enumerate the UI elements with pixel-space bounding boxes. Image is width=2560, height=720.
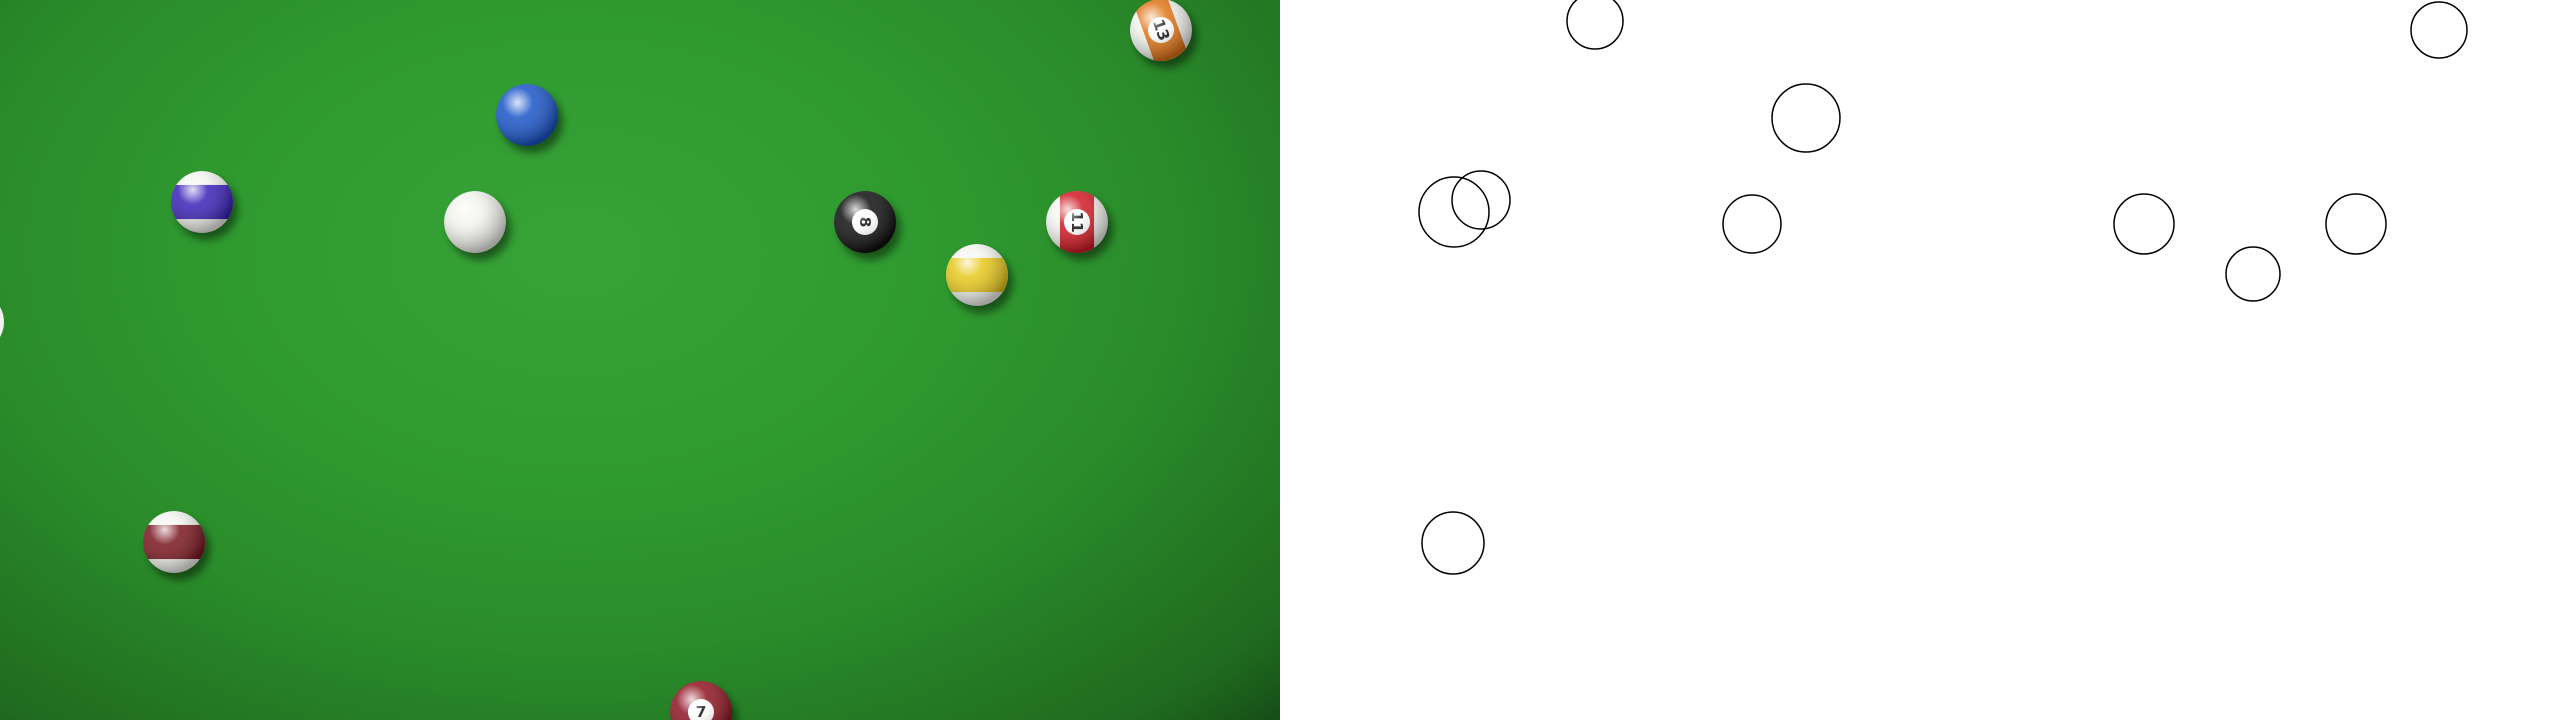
ball-outline-circle [1421, 511, 1485, 575]
ball-yellow-stripe [946, 244, 1013, 313]
table-balls-layer: 8 11 13 7 [0, 0, 1197, 720]
ball-highlight [143, 511, 205, 573]
ball-outline-circle [2225, 246, 2281, 302]
ball-highlight [1130, 0, 1192, 61]
ball-outline-circle [2113, 193, 2175, 255]
ball-thirteen: 13 [1130, 0, 1197, 68]
ball-maroon-stripe [143, 511, 210, 580]
ball-highlight [171, 171, 233, 233]
ball-highlight [670, 681, 732, 720]
ball-eight: 8 [834, 191, 901, 260]
ball-outline-circle [1566, 0, 1624, 50]
ball-outline-panel [1280, 0, 2560, 720]
ball-seven: 7 [670, 681, 737, 720]
pool-table-felt: 8 11 13 7 [0, 0, 1280, 720]
ball-outline-circle [2410, 1, 2468, 59]
ball-cue [444, 191, 511, 260]
ball-outline-circle [2325, 193, 2387, 255]
ball-highlight [834, 191, 896, 253]
ball-blue [496, 84, 563, 153]
ball-highlight [1046, 191, 1108, 253]
ball-edge [0, 307, 4, 337]
ball-highlight [496, 84, 558, 146]
ball-highlight [946, 244, 1008, 306]
ball-eleven: 11 [1046, 191, 1113, 260]
outline-circles-layer [1418, 0, 2468, 575]
ball-purple-stripe [171, 171, 238, 240]
ball-outline-circle [1722, 194, 1782, 254]
ball-outline-circle [1771, 83, 1841, 153]
ball-outline-circle [1451, 170, 1511, 230]
ball-highlight [444, 191, 506, 253]
